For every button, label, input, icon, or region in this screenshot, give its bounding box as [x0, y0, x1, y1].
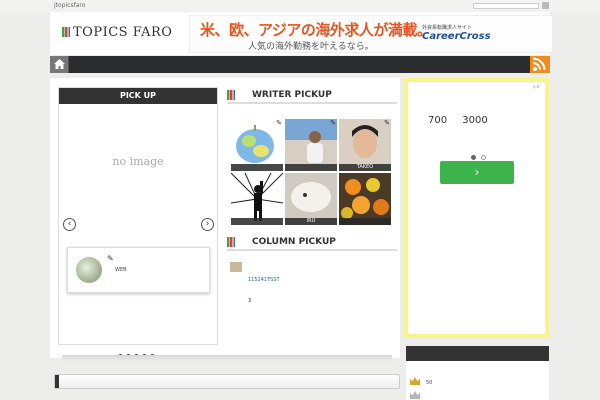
sidebar-ad[interactable]: ▷✕ 700 3000 › — [404, 78, 549, 338]
writer-thumb-4[interactable] — [231, 173, 283, 225]
pickup-placeholder[interactable]: no image — [59, 155, 217, 168]
ranking-value: 50 — [426, 380, 433, 386]
writer-thumb-1[interactable]: ✎ — [231, 119, 283, 171]
pickup-author-card[interactable]: ✎ WEB — [67, 247, 210, 293]
column-item[interactable]: 3 — [248, 298, 251, 304]
writer-thumb-6[interactable] — [339, 173, 391, 225]
section-mark-icon — [227, 237, 235, 247]
silver-crown-icon — [410, 391, 420, 399]
rss-button[interactable] — [530, 56, 550, 73]
pencil-icon: ✎ — [330, 119, 336, 127]
slider-prev-button[interactable]: ‹ — [63, 218, 76, 231]
gold-crown-icon — [410, 377, 420, 385]
writer-caption: TAKEO — [339, 164, 391, 171]
banner-brand: CareerCross — [422, 31, 491, 42]
writer-caption: IRU — [285, 218, 337, 225]
banner-subline: 人気の海外勤務を叶えるなら。 — [248, 42, 374, 52]
rss-icon — [532, 57, 546, 71]
content-shadow — [62, 355, 392, 361]
ad-next-button[interactable]: › — [440, 161, 514, 184]
top-strip: jtopicsfaro — [0, 0, 600, 12]
column-item[interactable]: 115241TSST — [248, 277, 280, 283]
pencil-icon: ✎ — [384, 119, 390, 127]
main-content: PICK UP no image ‹ › ✎ WEB WRITER PICKUP… — [50, 78, 400, 359]
column-thumb-icon[interactable] — [230, 262, 242, 272]
ranking-heading — [406, 346, 549, 361]
writer-caption — [231, 164, 283, 171]
logo-text: TOPICS FARO — [73, 25, 173, 40]
ranking-row[interactable]: 50 — [410, 377, 432, 386]
writer-pickup-title: WRITER PICKUP — [252, 90, 332, 100]
section-mark-icon — [227, 90, 235, 100]
pencil-icon: ✎ — [107, 254, 114, 263]
site-name[interactable]: jtopicsfaro — [54, 2, 85, 9]
banner-small-text: 外資系転職求人サイト — [422, 25, 473, 31]
bottom-bar-grip — [55, 375, 59, 388]
site-logo[interactable]: TOPICS FARO — [62, 25, 172, 40]
ad-dot-active[interactable] — [471, 155, 476, 160]
ad-numbers: 700 3000 — [428, 115, 488, 126]
search-button[interactable] — [542, 2, 549, 9]
pickup-title: PICK UP — [59, 88, 217, 104]
main-nav — [50, 56, 550, 73]
header-banner-ad[interactable]: 米、欧、アジアの海外求人が満載。 人気の海外勤務を叶えるなら。 外資系転職求人サ… — [189, 15, 553, 53]
logo-mark-icon — [62, 27, 70, 37]
search-input[interactable] — [473, 3, 539, 9]
pencil-icon: ✎ — [276, 119, 282, 127]
ranking-box: 50 — [406, 346, 549, 400]
writer-caption — [339, 218, 391, 225]
writer-thumb-3[interactable]: ✎ TAKEO — [339, 119, 391, 171]
writer-caption — [231, 218, 283, 225]
home-icon — [54, 59, 65, 69]
site-header: TOPICS FARO 米、欧、アジアの海外求人が満載。 人気の海外勤務を叶える… — [50, 12, 553, 55]
author-label: WEB — [115, 267, 127, 273]
writer-thumb-5[interactable]: IRU — [285, 173, 337, 225]
slider-next-button[interactable]: › — [201, 218, 214, 231]
ranking-row[interactable] — [410, 391, 426, 400]
column-pickup-heading: COLUMN PICKUP — [227, 235, 397, 251]
home-button[interactable] — [50, 56, 69, 73]
avatar — [76, 257, 102, 283]
writer-pickup-heading: WRITER PICKUP — [227, 88, 397, 104]
ad-choices-icon[interactable]: ▷✕ — [533, 84, 543, 89]
column-pickup-title: COLUMN PICKUP — [252, 237, 336, 247]
bottom-bar[interactable] — [54, 374, 400, 389]
ad-dot[interactable] — [481, 155, 486, 160]
pickup-slider: PICK UP no image ‹ › ✎ WEB — [58, 87, 218, 345]
writer-thumb-2[interactable]: ✎ — [285, 119, 337, 171]
writer-caption — [285, 164, 337, 171]
banner-headline: 米、欧、アジアの海外求人が満載。 — [200, 21, 432, 39]
